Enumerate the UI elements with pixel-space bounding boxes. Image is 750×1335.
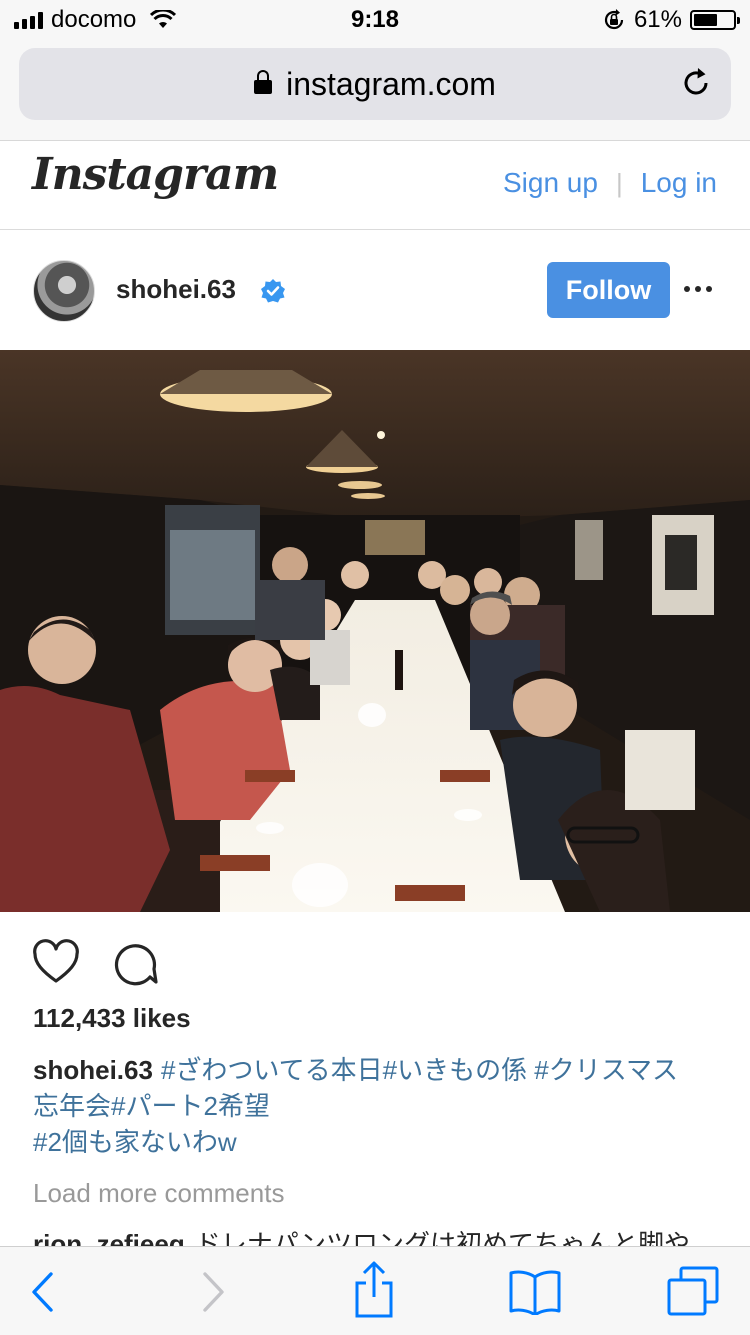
post-photo[interactable] [0, 350, 750, 912]
back-arrow-icon[interactable] [30, 1271, 56, 1313]
verified-badge-icon [261, 279, 285, 303]
comment-username[interactable]: rion_zefieeg [33, 1229, 185, 1246]
caption-hashtags-line2[interactable]: 忘年会#パート2希望 [33, 1091, 270, 1121]
tabs-icon[interactable] [666, 1265, 720, 1317]
instagram-logo[interactable]: Instagram [32, 149, 279, 200]
bookmarks-icon[interactable] [508, 1269, 562, 1315]
comment-text: ドレナパンツロングは初めてちゃんと脚や [194, 1229, 691, 1246]
like-heart-icon[interactable] [32, 939, 80, 985]
caption-hashtags-line3[interactable]: #2個も家ないわw [33, 1127, 237, 1157]
comment-bubble-icon[interactable] [112, 939, 160, 987]
follow-button[interactable]: Follow [547, 262, 670, 318]
forward-arrow-icon[interactable] [200, 1271, 226, 1313]
auth-links: Sign up | Log in [503, 167, 717, 199]
battery-percent: 61% [633, 6, 682, 33]
caption: shohei.63 #ざわついてる本日#いきもの係 #クリスマス 忘年会#パート2… [33, 1052, 723, 1160]
orientation-lock-icon [604, 9, 624, 30]
status-bar: docomo 9:18 61% [0, 0, 750, 40]
address-bar[interactable]: instagram.com [19, 48, 731, 120]
caption-hashtags-line1[interactable]: #ざわついてる本日#いきもの係 #クリスマス [161, 1055, 678, 1085]
status-right: 61% [602, 6, 740, 34]
reload-icon[interactable] [679, 66, 713, 100]
log-in-link[interactable]: Log in [641, 167, 717, 199]
auth-separator: | [615, 167, 623, 198]
url-text: instagram.com [286, 66, 496, 102]
post-header: shohei.63 Follow [0, 230, 750, 350]
post-username[interactable]: shohei.63 [116, 274, 236, 305]
share-icon[interactable] [352, 1261, 396, 1319]
instagram-header: Instagram Sign up | Log in [0, 141, 750, 230]
caption-username[interactable]: shohei.63 [33, 1055, 153, 1085]
avatar[interactable] [33, 260, 95, 322]
load-more-comments-link[interactable]: Load more comments [33, 1178, 284, 1209]
battery-icon [690, 10, 740, 30]
browser-toolbar [0, 1246, 750, 1335]
browser-address-area: instagram.com [0, 40, 750, 141]
dinner-party-photo [0, 350, 750, 912]
lock-icon [254, 70, 273, 94]
comment-item: rion_zefieeg ドレナパンツロングは初めてちゃんと脚や [33, 1226, 733, 1246]
likes-count[interactable]: 112,433 likes [33, 1003, 191, 1034]
post-actions [0, 935, 750, 995]
more-options-icon[interactable] [684, 286, 712, 292]
sign-up-link[interactable]: Sign up [503, 167, 598, 199]
